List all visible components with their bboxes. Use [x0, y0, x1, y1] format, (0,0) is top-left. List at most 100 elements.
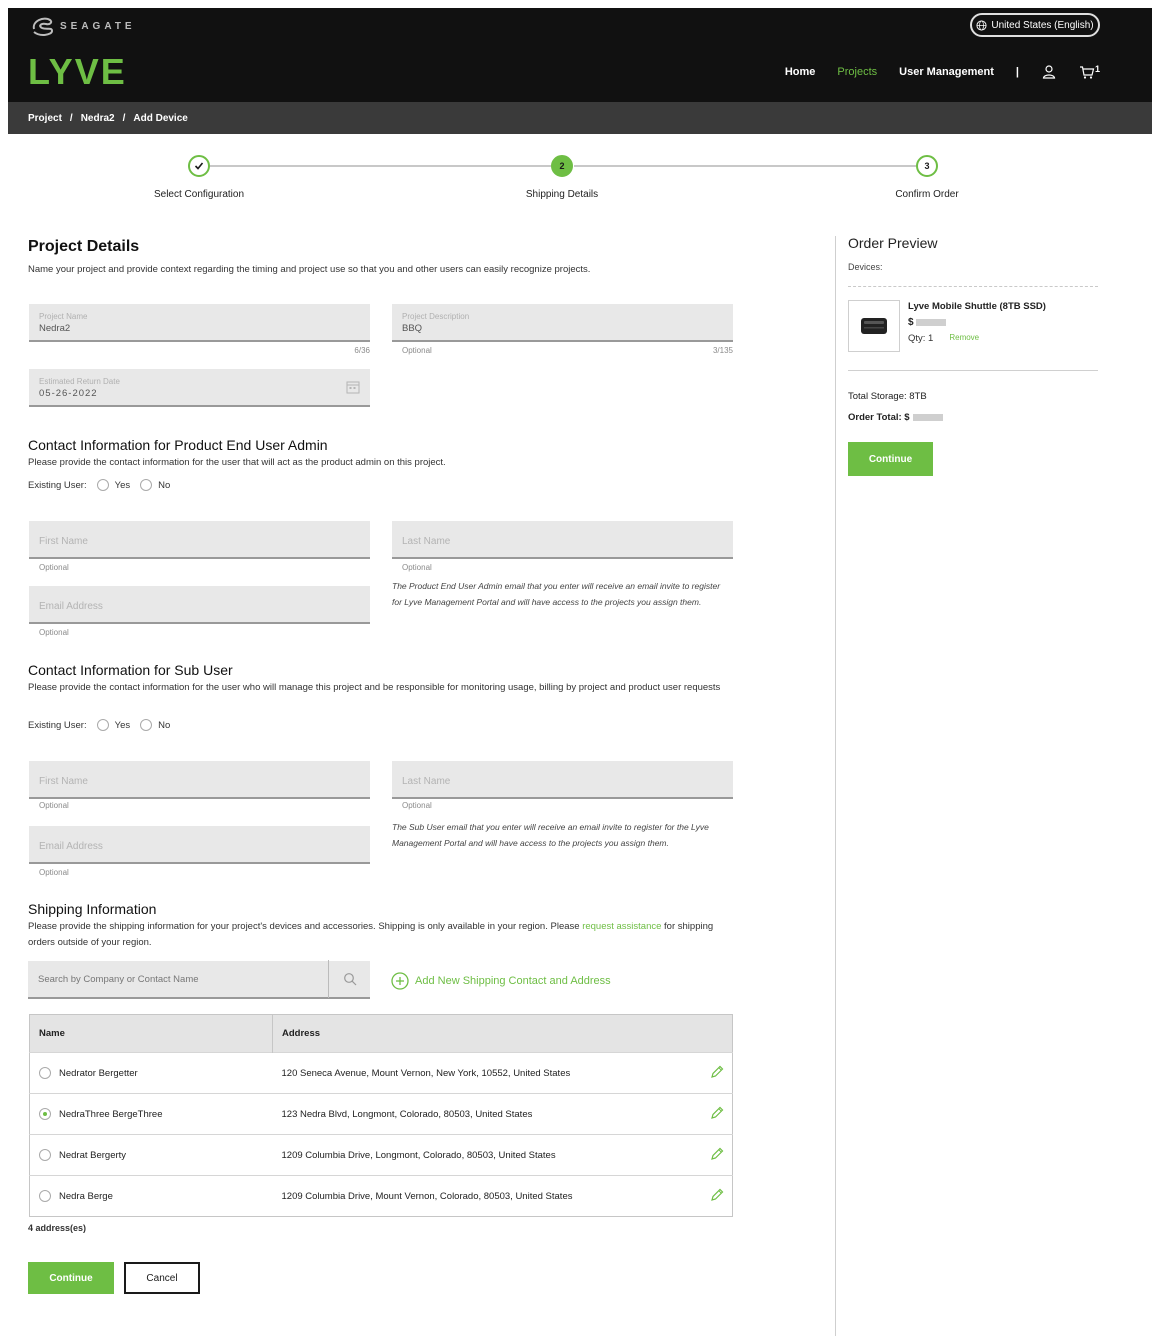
step-2-label: Shipping Details [525, 189, 599, 200]
breadcrumb: Project / Nedra2 / Add Device [8, 102, 1152, 134]
plus-circle-icon [391, 972, 409, 990]
existing-user-yes-radio[interactable] [96, 479, 109, 491]
seagate-swirl-icon [32, 17, 54, 36]
sub-existing-user-yes-radio[interactable] [96, 719, 109, 731]
admin-last-name-field[interactable]: Last Name [392, 521, 733, 559]
device-quantity: Qty: 1 [908, 333, 934, 344]
address-select-radio-selected[interactable] [39, 1108, 51, 1120]
shipping-address-table: Name Address Nedrator Bergetter 120 Sene… [29, 1014, 733, 1217]
cart[interactable]: 1 [1079, 64, 1100, 80]
shipping-search-input[interactable]: Search by Company or Contact Name [28, 960, 370, 999]
admin-email-hint: Optional [39, 628, 69, 637]
project-name-label: Project Name [39, 312, 88, 321]
address-select-radio[interactable] [39, 1067, 51, 1079]
user-icon[interactable] [1041, 64, 1057, 80]
cart-count: 1 [1094, 64, 1100, 74]
sub-email-field[interactable]: Email Address [29, 826, 370, 864]
admin-last-name-hint: Optional [402, 563, 432, 572]
end-user-admin-existing-user: Existing User: Yes No [28, 479, 170, 491]
return-date-field[interactable]: Estimated Return Date 05-26-2022 [29, 369, 370, 407]
admin-last-name-placeholder: Last Name [402, 536, 451, 547]
breadcrumb-nedra2[interactable]: Nedra2 [81, 113, 115, 124]
sub-last-name-placeholder: Last Name [402, 776, 451, 787]
redacted-total [912, 414, 943, 421]
project-details-title: Project Details [28, 238, 140, 255]
seagate-wordmark: SEAGATE [60, 20, 136, 32]
sub-existing-user-no-label: No [158, 719, 171, 731]
admin-first-name-hint: Optional [39, 563, 69, 572]
order-total: Order Total: $ [848, 412, 943, 423]
breadcrumb-separator: / [122, 112, 126, 124]
language-selector[interactable]: United States (English) [970, 13, 1100, 37]
table-row[interactable]: Nedra Berge 1209 Columbia Drive, Mount V… [29, 1175, 733, 1217]
pencil-icon[interactable] [709, 1187, 725, 1203]
table-row[interactable]: Nedrator Bergetter 120 Seneca Avenue, Mo… [29, 1052, 733, 1094]
admin-first-name-field[interactable]: First Name [29, 521, 370, 559]
order-preview-continue-button[interactable]: Continue [848, 442, 933, 476]
sub-email-note: The Sub User email that you enter will r… [392, 822, 709, 848]
nav-projects[interactable]: Projects [837, 66, 877, 78]
step-3-circle: 3 [916, 155, 938, 177]
redacted-price [915, 319, 946, 326]
language-label: United States (English) [991, 19, 1094, 31]
admin-email-note: The Product End User Admin email that yo… [392, 581, 721, 607]
shipping-search-placeholder: Search by Company or Contact Name [38, 973, 199, 985]
project-description-field[interactable]: Project Description BBQ [392, 304, 733, 342]
existing-user-no-option[interactable]: No [140, 479, 170, 491]
order-preview-devices-label: Devices: [848, 262, 883, 272]
sub-existing-user-yes-option[interactable]: Yes [96, 719, 131, 731]
pencil-icon[interactable] [709, 1146, 725, 1162]
project-name-field[interactable]: Project Name Nedra2 [29, 304, 370, 342]
address-select-radio[interactable] [39, 1149, 51, 1161]
end-user-admin-title: Contact Information for Product End User… [28, 437, 328, 453]
add-shipping-contact-label: Add New Shipping Contact and Address [415, 975, 611, 987]
cancel-button[interactable]: Cancel [124, 1262, 200, 1294]
search-button[interactable] [328, 960, 370, 998]
table-row[interactable]: Nedrat Bergerty 1209 Columbia Drive, Lon… [29, 1134, 733, 1176]
table-row[interactable]: NedraThree BergeThree 123 Nedra Blvd, Lo… [29, 1093, 733, 1135]
existing-user-label: Existing User: [28, 719, 87, 731]
total-storage: Total Storage: 8TB [848, 391, 927, 402]
sub-existing-user-no-radio[interactable] [140, 719, 153, 731]
pencil-icon[interactable] [709, 1064, 725, 1080]
sub-existing-user-no-option[interactable]: No [140, 719, 170, 731]
step-3-label: Confirm Order [895, 189, 959, 200]
pencil-icon[interactable] [709, 1105, 725, 1121]
admin-email-field[interactable]: Email Address [29, 586, 370, 624]
sub-first-name-field[interactable]: First Name [29, 761, 370, 799]
sub-existing-user-yes-label: Yes [114, 719, 131, 731]
calendar-icon[interactable] [346, 380, 360, 394]
continue-button[interactable]: Continue [28, 1262, 114, 1294]
address-cell: 1209 Columbia Drive, Mount Vernon, Color… [272, 1175, 693, 1217]
address-select-radio[interactable] [39, 1190, 51, 1202]
breadcrumb-project[interactable]: Project [28, 113, 62, 124]
address-name-cell: Nedra Berge [29, 1175, 273, 1217]
project-description-counter: 3/135 [712, 346, 733, 355]
sub-user-existing-user: Existing User: Yes No [28, 719, 170, 731]
edit-cell [692, 1052, 733, 1094]
existing-user-yes-option[interactable]: Yes [96, 479, 131, 491]
seagate-logo[interactable]: SEAGATE [30, 15, 136, 37]
lyve-logo[interactable]: LYVE [28, 54, 178, 90]
globe-icon [976, 19, 987, 31]
sub-last-name-field[interactable]: Last Name [392, 761, 733, 799]
address-contact-name: Nedra Berge [59, 1190, 113, 1202]
remove-device-link[interactable]: Remove [949, 333, 979, 344]
request-assistance-link[interactable]: request assistance [582, 921, 661, 932]
order-preview-title: Order Preview [848, 235, 938, 251]
nav-home[interactable]: Home [785, 66, 816, 78]
progress-stepper: 2 3 Select Configuration Shipping Detail… [0, 152, 1156, 212]
column-divider [835, 236, 836, 1336]
step-1-circle[interactable] [188, 155, 210, 177]
add-shipping-contact-button[interactable]: Add New Shipping Contact and Address [391, 972, 611, 990]
sub-user-title: Contact Information for Sub User [28, 662, 233, 678]
address-name-cell: NedraThree BergeThree [29, 1093, 273, 1135]
address-contact-name: NedraThree BergeThree [59, 1108, 163, 1120]
sub-user-description: Please provide the contact information f… [28, 682, 721, 693]
nav-user-management[interactable]: User Management [899, 66, 994, 78]
existing-user-label: Existing User: [28, 479, 87, 491]
existing-user-no-radio[interactable] [140, 479, 153, 491]
address-name-cell: Nedrat Bergerty [29, 1134, 273, 1176]
address-cell: 1209 Columbia Drive, Longmont, Colorado,… [272, 1134, 693, 1176]
existing-user-yes-label: Yes [114, 479, 131, 491]
